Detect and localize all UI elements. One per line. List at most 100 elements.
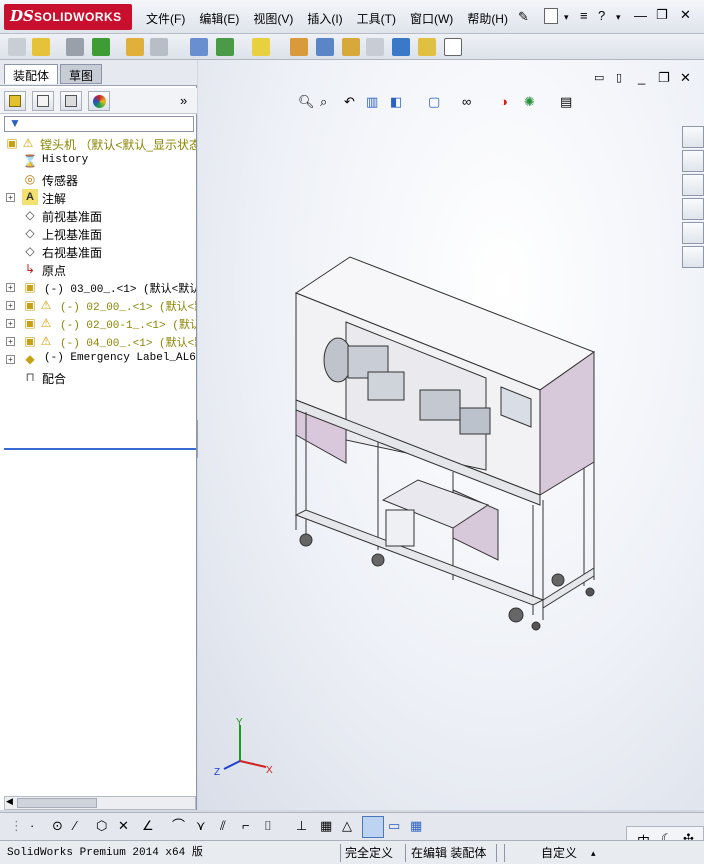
menu-insert[interactable]: 插入(I) [307,10,342,27]
corner-icon[interactable]: ⌐ [242,818,250,834]
polygon-icon[interactable]: ⬡ [96,818,107,834]
trim-icon[interactable]: ✕ [118,818,129,834]
offset-icon[interactable]: ⫽ [220,818,226,834]
tree-item-component[interactable]: + ▣ (-) 03_00_.<1> (默认<默认_ [0,278,196,296]
measure-icon[interactable]: ⊥ [296,818,307,834]
tab-sketch[interactable]: 草图 [60,64,103,84]
expand-panel-icon[interactable]: » [180,93,187,108]
snapshot-icon[interactable] [444,38,462,56]
tree-item-history[interactable]: ⌛ History [0,152,196,170]
minimize-icon[interactable]: — [634,8,647,24]
tree-item-front-plane[interactable]: ◇ 前视基准面 [0,206,196,224]
property-manager-icon[interactable] [32,91,54,111]
help-chevron-icon[interactable]: ▾ [616,9,621,25]
chamfer-icon[interactable]: ⋎ [196,818,206,834]
assembly-features-icon[interactable] [216,38,234,56]
grid-icon[interactable]: ▦ [320,818,332,834]
model-render[interactable] [198,60,704,810]
horizontal-scrollbar[interactable]: ◀ [4,796,196,810]
tree-item-annotations[interactable]: + A 注解 [0,188,196,206]
expand-toggle[interactable]: + [6,301,15,310]
chevron-down-icon[interactable]: ▾ [564,9,569,25]
isometric-view-button[interactable] [362,816,384,838]
pin-icon[interactable]: ✎ [518,9,529,25]
help-icon[interactable]: ? [598,8,605,24]
expand-toggle[interactable]: + [6,283,15,292]
tree-item-sensors[interactable]: ◎ 传感器 [0,170,196,188]
tree-item-label: (-) 04_00_.<1> (默认<默 [60,338,196,350]
tree-item-top-plane[interactable]: ◇ 上视基准面 [0,224,196,242]
menu-view[interactable]: 视图(V) [253,10,293,27]
move-component-icon[interactable] [150,38,168,56]
line-icon[interactable]: ⁄ [74,818,76,834]
menu-window[interactable]: 窗口(W) [410,10,453,27]
restore-icon[interactable]: ❐ [656,7,668,23]
drive-unit [459,407,491,435]
tree-root[interactable]: ▣ ⚠ 镗头机 （默认<默认_显示状态 [0,134,196,152]
status-units[interactable]: 自定义 [538,844,580,862]
assembly-icon: ▣ [24,298,36,312]
menu-file[interactable]: 文件(F) [146,10,185,27]
new-motion-study-icon[interactable] [290,38,308,56]
status-separator [405,844,406,862]
tree-item-label: (-) 02_00_.<1> (默认<默 [60,302,196,314]
menu-tools[interactable]: 工具(T) [357,10,396,27]
display-manager-icon[interactable] [88,91,110,111]
instant3d-icon[interactable] [418,38,436,56]
menu-help[interactable]: 帮助(H) [467,10,508,27]
graphics-area[interactable]: ▭ ▯ _ ❐ ✕ 🔍︎ ⌕ ↶ ▥ ◧ ▢ ∞ ◑ ✺ ▤ Y X Z [198,60,704,810]
dimension-icon[interactable]: ⌷ [264,818,272,834]
units-chevron-icon[interactable]: ▴ [588,844,599,862]
expand-toggle[interactable]: + [6,193,15,202]
tree-item-mates[interactable]: ⊓ 配合 [0,368,196,386]
root-label: 镗头机 （默认<默认_显示状态 [40,138,196,152]
filter-bar[interactable]: ▼ [4,116,194,132]
status-product: SolidWorks Premium 2014 x64 版 [7,847,203,859]
table-view-icon[interactable]: ▦ [410,818,422,834]
expand-toggle[interactable]: + [6,355,15,364]
status-separator [496,844,497,862]
new-document-icon[interactable] [544,8,558,24]
tree-item-component[interactable]: + ▣ ⚠ (-) 04_00_.<1> (默认<默 [0,332,196,350]
feature-manager-icon[interactable] [4,91,26,111]
expand-toggle[interactable]: + [6,319,15,328]
options-icon[interactable]: ≡ [580,8,588,24]
mate-icon[interactable] [32,38,50,56]
front-view-icon[interactable]: ▭ [388,818,400,834]
feature-manager-panel: 装配体 草图 » ▼ ▣ ⚠ 镗头机 （默认<默认_显示状态 ⌛ History… [0,60,197,810]
close-icon[interactable]: ✕ [680,7,691,23]
linear-pattern-icon[interactable] [92,38,110,56]
scrollbar-thumb[interactable] [17,798,97,808]
tree-item-component[interactable]: + ◆ (-) Emergency Label_AL606 [0,350,196,368]
interference-icon[interactable] [392,38,410,56]
smart-fasteners-icon[interactable] [126,38,144,56]
tree-item-right-plane[interactable]: ◇ 右视基准面 [0,242,196,260]
solidworks-logo[interactable]: DS SOLIDWORKS [4,4,132,30]
reference-geometry-icon[interactable] [252,38,270,56]
filter-icon[interactable]: ▼ [9,116,21,130]
tree-item-component[interactable]: + ▣ ⚠ (-) 02_00_.<1> (默认<默 [0,296,196,314]
paperclip-icon[interactable] [66,38,84,56]
tab-assembly[interactable]: 装配体 [4,64,59,84]
command-tabs: 装配体 草图 [0,60,197,86]
angle-icon[interactable]: ∠ [142,818,154,834]
assembly-icon: ▣ [24,280,36,294]
insert-component-icon[interactable] [8,38,26,56]
triangle-icon[interactable]: △ [342,818,352,834]
circle-icon[interactable]: ⊙ [52,818,63,834]
explode-line-icon[interactable] [366,38,384,56]
point-icon[interactable]: · [30,818,34,834]
tree-item-component[interactable]: + ▣ ⚠ (-) 02_00-1_.<1> (默认< [0,314,196,332]
expand-toggle[interactable]: + [6,337,15,346]
show-hidden-icon[interactable] [190,38,208,56]
configuration-manager-icon[interactable] [60,91,82,111]
menu-edit[interactable]: 编辑(E) [199,10,239,27]
fillet-icon[interactable]: ⌒ [172,818,185,834]
scroll-left-icon[interactable]: ◀ [6,796,13,807]
tree-item-label: 上视基准面 [42,228,103,242]
plane-icon: ◇ [25,208,35,222]
bill-of-materials-icon[interactable] [316,38,334,56]
warning-icon: ⚠ [22,136,34,150]
exploded-view-icon[interactable] [342,38,360,56]
tree-item-origin[interactable]: ↳ 原点 [0,260,196,278]
